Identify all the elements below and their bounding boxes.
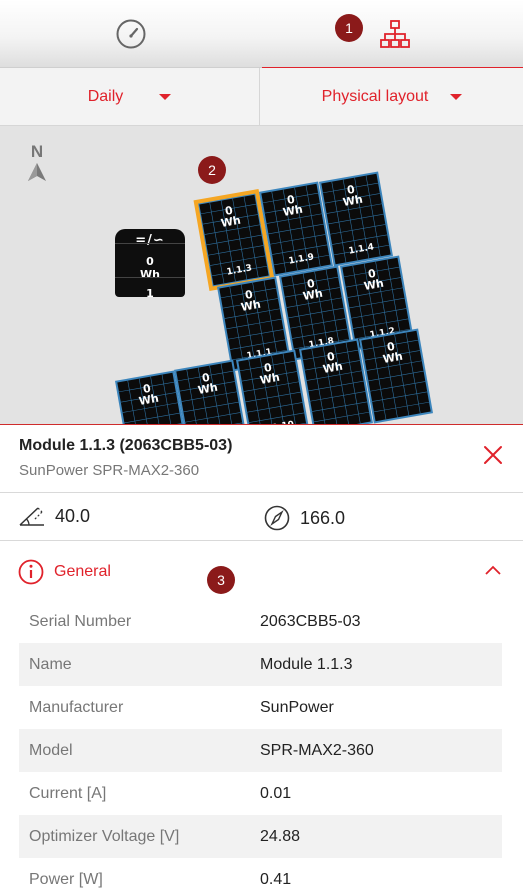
sitemap-icon [379,20,410,48]
table-row: Name Module 1.1.3 [19,643,502,686]
property-value: SunPower [260,698,334,716]
chevron-up-icon [485,565,501,575]
solar-module[interactable]: 0Wh [358,328,434,424]
property-value: Module 1.1.3 [260,655,353,673]
caret-down-icon [159,94,172,100]
solar-module[interactable]: 0Wh1.1.4 [318,171,394,267]
divider [0,492,523,493]
solar-module[interactable]: 0Wh1.1.3 [193,188,275,292]
top-tab-bar: 1 [0,0,523,69]
azimuth-metric: 166.0 [264,505,345,531]
property-value: 2063CBB5-03 [260,612,361,630]
general-properties-table: Serial Number 2063CBB5-03 Name Module 1.… [19,600,502,889]
period-dropdown-label: Daily [87,88,124,105]
solar-module[interactable]: 0Wh1.1.10 [235,349,311,424]
module-subtitle: SunPower SPR-MAX2-360 [19,462,200,479]
solar-modules-layer: 0Wh1.1.30Wh1.1.90Wh1.1.40Wh1.1.10Wh1.1.8… [114,171,434,424]
divider [0,540,523,541]
solar-module[interactable]: 0Wh [298,338,374,424]
property-value: SPR-MAX2-360 [260,741,374,759]
close-icon[interactable] [482,444,504,466]
table-row: Model SPR-MAX2-360 [19,729,502,772]
property-label: Power [W] [29,870,103,888]
table-row: Optimizer Voltage [V] 24.88 [19,815,502,858]
table-row: Power [W] 0.41 [19,858,502,889]
filter-bar: Daily Physical layout [0,68,523,126]
period-dropdown[interactable]: Daily [0,68,260,126]
property-label: Manufacturer [29,698,124,716]
azimuth-value: 166.0 [300,507,346,528]
module-title: Module 1.1.3 (2063CBB5-03) [19,437,233,454]
property-value: 0.41 [260,870,292,888]
gauge-icon [116,19,145,49]
general-section-toggle[interactable]: General [18,557,508,587]
property-value: 24.88 [260,827,301,845]
table-row: Serial Number 2063CBB5-03 [19,600,502,643]
table-row: Manufacturer SunPower [19,686,502,729]
step-badge-3: 3 [207,566,235,594]
property-label: Optimizer Voltage [V] [29,827,180,845]
compass-icon [264,505,290,531]
info-icon [18,559,44,585]
view-dropdown[interactable]: Physical layout [261,68,523,126]
tilt-value: 40.0 [55,505,91,526]
module-detail-panel: Module 1.1.3 (2063CBB5-03) SunPower SPR-… [0,424,523,889]
step-badge-1: 1 [335,14,363,42]
physical-layout-canvas[interactable]: N 2 =/∽ 0 Wh 1 0 Wh 1.1.3 0 Wh 1.1.9 0 Wh 1.1.4 0… [0,126,523,424]
tilt-angle-icon [19,507,44,526]
general-section-label: General [54,563,111,580]
property-label: Current [A] [29,784,107,802]
table-row: Current [A] 0.01 [19,772,502,815]
property-label: Model [29,741,73,759]
property-value: 0.01 [260,784,292,802]
tab-layout[interactable] [262,0,523,69]
view-dropdown-label: Physical layout [321,88,429,105]
caret-down-icon [450,94,463,100]
tab-dashboard[interactable] [0,0,261,68]
property-label: Name [29,655,72,673]
tilt-metric: 40.0 [18,505,90,527]
property-label: Serial Number [29,612,132,630]
